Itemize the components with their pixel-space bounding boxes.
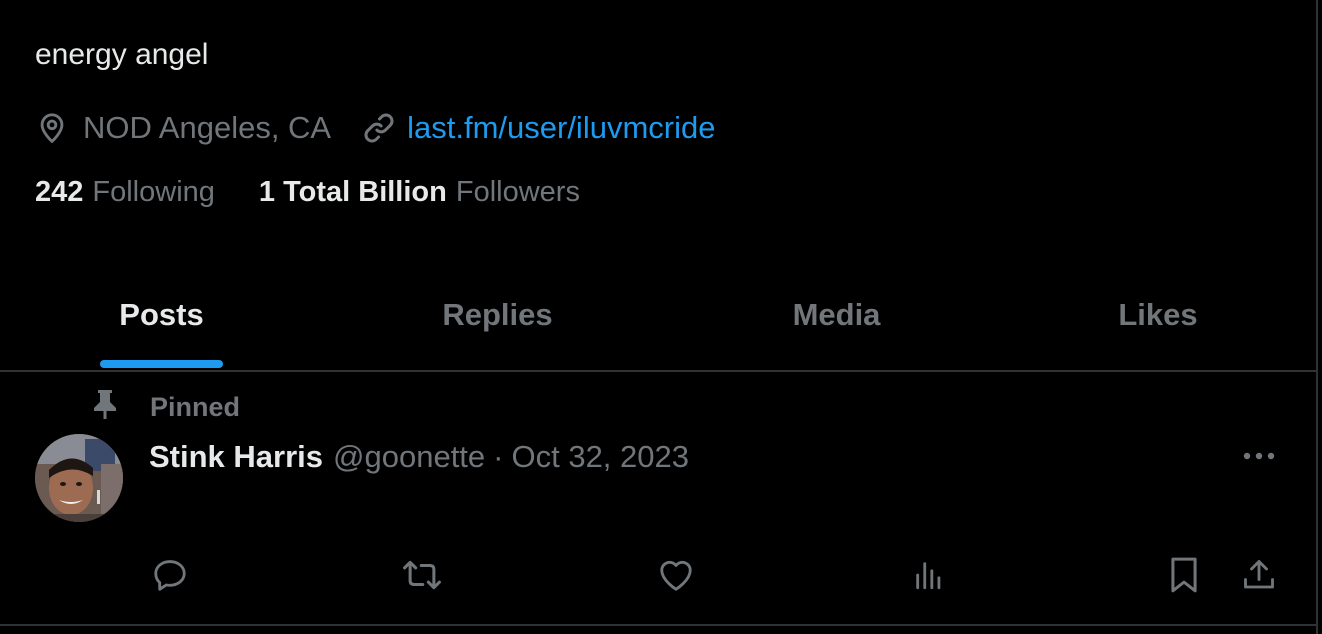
tab-posts[interactable]: Posts — [100, 260, 223, 370]
tab-likes[interactable]: Likes — [1100, 260, 1216, 370]
pinned-label: Pinned — [150, 392, 241, 422]
views-icon[interactable] — [907, 553, 951, 597]
followers-count: 1 Total Billion — [258, 176, 447, 208]
tab-media[interactable]: Media — [765, 260, 908, 370]
repost-icon[interactable] — [400, 553, 444, 597]
profile-panel: energy angel NOD Angeles, CA last.fm/use… — [0, 0, 1318, 634]
separator-dot: · — [493, 439, 504, 474]
profile-meta-row: NOD Angeles, CA last.fm/user/iluvmcride — [35, 108, 715, 148]
following-stat[interactable]: 242 Following — [35, 176, 215, 209]
post-divider — [0, 624, 1316, 626]
share-icon[interactable] — [1237, 553, 1281, 597]
followers-stat[interactable]: 1 Total Billion Followers — [259, 176, 580, 209]
profile-tabs: Posts Replies Media Likes — [0, 260, 1316, 372]
more-icon[interactable] — [1239, 442, 1279, 470]
active-tab-indicator — [100, 360, 223, 368]
post-author-handle[interactable]: @goonette — [333, 439, 485, 475]
avatar[interactable] — [35, 434, 123, 522]
pinned-indicator: Pinned — [92, 388, 240, 427]
post-author-name[interactable]: Stink Harris — [149, 439, 323, 475]
like-icon[interactable] — [654, 553, 698, 597]
post-header: Stink Harris @goonette · Oct 32, 2023 — [149, 436, 689, 478]
following-count: 242 — [35, 176, 84, 208]
post-date[interactable]: Oct 32, 2023 — [511, 439, 689, 475]
link-icon — [361, 110, 397, 146]
profile-website-link[interactable]: last.fm/user/iluvmcride — [407, 110, 715, 146]
pin-icon — [92, 388, 118, 427]
profile-location: NOD Angeles, CA — [83, 110, 332, 145]
followers-label: Followers — [455, 176, 580, 208]
reply-icon[interactable] — [148, 553, 192, 597]
profile-bio: energy angel — [35, 38, 209, 71]
profile-stats: 242 Following 1 Total Billion Followers — [35, 176, 580, 209]
location-pin-icon — [35, 110, 69, 146]
following-label: Following — [92, 176, 215, 208]
tab-replies[interactable]: Replies — [420, 260, 575, 370]
bookmark-icon[interactable] — [1162, 553, 1206, 597]
